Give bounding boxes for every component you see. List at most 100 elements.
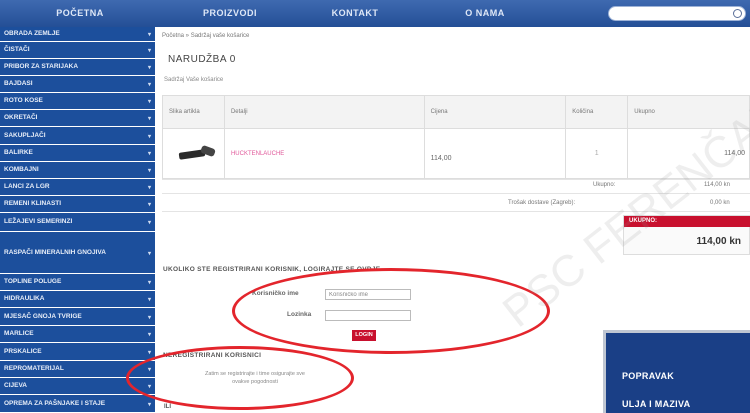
login-section-title: UKOLIKO STE REGISTRIRANI KORISNIK, LOGIR…	[163, 266, 381, 273]
top-navigation: POČETNA PROIZVODI KONTAKT O NAMA	[0, 0, 750, 27]
sidebar-item-label: REMENI KLINASTI	[4, 200, 62, 207]
product-price-cell: 114,00	[423, 128, 567, 179]
sidebar-item-label: OKRETAČI	[4, 114, 38, 121]
chevron-down-icon: ▾	[147, 116, 151, 122]
sidebar-item[interactable]: TOPLINE POLUGE ▾	[0, 274, 155, 291]
breadcrumb[interactable]: Početna » Sadržaj vaše košarice	[162, 33, 249, 39]
column-header-image: Slika artikla	[162, 95, 225, 129]
chevron-down-icon: ▾	[147, 384, 151, 390]
chevron-down-icon: ▾	[147, 220, 151, 226]
password-label: Lozinka	[287, 311, 312, 318]
chevron-down-icon: ▾	[147, 133, 151, 140]
search-input[interactable]	[608, 6, 746, 21]
sidebar-item-label: BAJDASI	[4, 80, 33, 87]
chevron-down-icon: ▾	[147, 250, 151, 257]
table-header-row: Slika artikla Detalji Cijena Količina Uk…	[162, 95, 750, 129]
sidebar-item[interactable]: KOMBAJNI ▾	[0, 162, 155, 179]
nav-about[interactable]: O NAMA	[440, 8, 530, 18]
sidebar-item[interactable]: OKRETAČI ▾	[0, 110, 155, 127]
sidebar-item-label: KOMBAJNI	[4, 166, 39, 173]
chevron-down-icon: ▾	[147, 332, 151, 338]
divider	[162, 211, 750, 212]
sidebar-item[interactable]: MARLICE ▾	[0, 326, 155, 343]
sidebar-item-label: MJESAČ GNOJA TVRIGE	[4, 312, 82, 320]
sidebar-item-label: LANCI ZA LGR	[4, 183, 50, 190]
sidebar-item[interactable]: LANCI ZA LGR ▾	[0, 179, 155, 196]
product-image[interactable]	[178, 144, 217, 161]
nav-products[interactable]: PROIZVODI	[185, 8, 275, 18]
shipping-value: 0,00 kn	[710, 200, 730, 206]
chevron-down-icon: ▾	[147, 65, 151, 71]
divider	[162, 179, 750, 180]
sidebar-item[interactable]: SAKUPLJAČI ▾	[0, 127, 155, 145]
product-quantity-cell[interactable]: 1	[565, 128, 629, 179]
sidebar-item-label: ROTO KOSE	[4, 97, 43, 104]
sidebar-item-label: PRSKALICE	[4, 347, 42, 355]
chevron-down-icon: ▾	[147, 297, 151, 303]
sidebar-item[interactable]: HIDRAULIKA ▾	[0, 291, 155, 308]
chevron-down-icon: ▾	[147, 202, 151, 208]
promo-line-repair[interactable]: POPRAVAK	[622, 371, 674, 381]
sidebar-item[interactable]: PRSKALICE ▾	[0, 343, 155, 361]
sidebar-item[interactable]: OBRADA ZEMLJE ▾	[0, 27, 155, 42]
sidebar-item[interactable]: RASPAČI MINERALNIH GNOJIVA ▾	[0, 232, 155, 274]
sidebar-item-label: REPROMATERIJAL	[4, 365, 64, 372]
sidebar-item-label: RASPAČI MINERALNIH GNOJIVA	[4, 248, 106, 256]
or-label: ILI	[164, 404, 171, 410]
sidebar-item[interactable]: MJESAČ GNOJA TVRIGE ▾	[0, 308, 155, 326]
product-link[interactable]: HUCKTENLAUCHE	[231, 151, 284, 157]
sidebar-item-label: OPREMA ZA PAŠNJAKE I STAJE	[4, 399, 106, 407]
sidebar-item[interactable]: REPROMATERIJAL ▾	[0, 361, 155, 378]
sidebar-item[interactable]: LEŽAJEVI SEMERINZI ▾	[0, 213, 155, 232]
sidebar-item-label: BALIRKE	[4, 149, 33, 156]
cart-table: Slika artikla Detalji Cijena Količina Uk…	[162, 95, 750, 179]
total-value: 114,00 kn	[696, 236, 741, 247]
column-header-details: Detalji	[223, 95, 425, 129]
divider	[162, 193, 750, 194]
order-total-box: UKUPNO: 114,00 kn	[623, 215, 750, 255]
subtotal-value: 114,00 kn	[704, 182, 730, 188]
total-label: UKUPNO:	[624, 216, 750, 227]
promo-line-oils[interactable]: ULJA I MAZIVA	[622, 399, 690, 409]
product-details-cell: HUCKTENLAUCHE	[223, 128, 425, 179]
product-image-cell	[162, 128, 225, 179]
chevron-down-icon: ▾	[147, 99, 151, 105]
chevron-down-icon: ▾	[147, 185, 151, 191]
username-input[interactable]	[325, 289, 411, 300]
shipping-label: Trošak dostave (Zagreb):	[508, 200, 576, 206]
column-header-price: Cijena	[423, 95, 567, 129]
chevron-down-icon: ▾	[147, 349, 151, 356]
promo-banner[interactable]: POPRAVAK ULJA I MAZIVA	[603, 330, 750, 413]
sidebar-item[interactable]: CIJEVA ▾	[0, 378, 155, 395]
table-row: HUCKTENLAUCHE 114,00 1 114,00	[162, 128, 750, 179]
cart-subtitle: Sadržaj Vaše košarice	[164, 77, 224, 83]
sidebar-item[interactable]: OPREMA ZA PAŠNJAKE I STAJE ▾	[0, 395, 155, 413]
nav-contact[interactable]: KONTAKT	[310, 8, 400, 18]
sidebar-item[interactable]: REMENI KLINASTI ▾	[0, 196, 155, 213]
sidebar-item-label: HIDRAULIKA	[4, 295, 45, 302]
password-input[interactable]	[325, 310, 411, 321]
category-sidebar: OBRADA ZEMLJE ▾ ČISTAČI ▾ PRIBOR ZA STARIJ…	[0, 27, 157, 413]
login-button[interactable]: LOGIN	[352, 330, 376, 341]
chevron-down-icon: ▾	[147, 401, 151, 408]
chevron-down-icon: ▾	[147, 151, 151, 157]
chevron-down-icon: ▾	[147, 280, 151, 286]
chevron-down-icon: ▾	[147, 168, 151, 174]
nav-home[interactable]: POČETNA	[0, 8, 160, 18]
sidebar-item[interactable]: PRIBOR ZA STARIJAKA ▾	[0, 59, 155, 76]
sidebar-item-label: PRIBOR ZA STARIJAKA	[4, 63, 79, 70]
sidebar-item[interactable]: BALIRKE ▾	[0, 145, 155, 162]
sidebar-item-label: OBRADA ZEMLJE	[4, 30, 60, 37]
sidebar-item[interactable]: ROTO KOSE ▾	[0, 93, 155, 110]
unregistered-text[interactable]: Zatim se registrirajte i time osigurajte…	[196, 370, 314, 386]
chevron-down-icon: ▾	[147, 314, 151, 321]
product-total-cell: 114,00	[627, 128, 750, 179]
search-icon[interactable]	[733, 9, 742, 18]
column-header-total: Ukupno	[627, 95, 750, 129]
sidebar-item[interactable]: ČISTAČI ▾	[0, 42, 155, 59]
sidebar-item-label: CIJEVA	[4, 382, 27, 389]
sidebar-item-label: SAKUPLJAČI	[4, 131, 46, 139]
chevron-down-icon: ▾	[147, 367, 151, 373]
chevron-down-icon: ▾	[147, 32, 151, 38]
sidebar-item[interactable]: BAJDASI ▾	[0, 76, 155, 93]
